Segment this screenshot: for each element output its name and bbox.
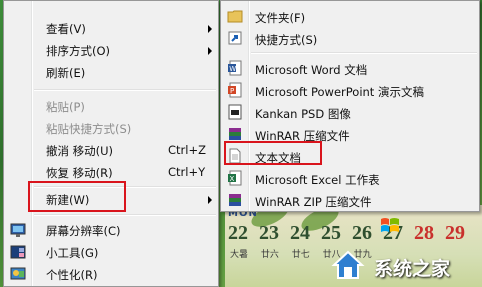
psd-icon [228,104,242,120]
menu-item-paste-shortcut[interactable]: 粘贴快捷方式(S) [4,117,218,139]
new-submenu: 文件夹(F) 快捷方式(S) W Microsoft Word 文档 P Mic… [220,0,480,212]
menu-item-refresh[interactable]: 刷新(E) [4,61,218,83]
menu-item-screen-resolution[interactable]: 屏幕分辨率(C) [4,219,218,241]
shortcut-icon [228,31,242,45]
shortcut-redo: Ctrl+Y [168,165,206,179]
menu-item-redo-move[interactable]: 恢复 移动(R) Ctrl+Y [4,161,218,183]
highlight-box-text-document [224,141,322,165]
menu-item-gadgets[interactable]: 小工具(G) [4,241,218,263]
menu-item-sort-by[interactable]: 排序方式(O) [4,39,218,61]
powerpoint-icon: P [228,82,242,98]
windows-logo-icon [381,218,399,232]
submenu-item-shortcut[interactable]: 快捷方式(S) [221,27,479,49]
shortcut-undo: Ctrl+Z [168,143,206,157]
house-logo-icon [331,250,365,279]
menu-item-paste[interactable]: 粘贴(P) [4,95,218,117]
menu-separator [34,214,216,216]
submenu-arrow-icon [208,47,212,55]
submenu-arrow-icon [208,25,212,33]
excel-icon: X [228,170,242,186]
submenu-separator [251,52,477,54]
svg-text:W: W [229,65,236,73]
submenu-item-psd[interactable]: Kankan PSD 图像 [221,101,479,123]
highlight-box-new [28,181,126,212]
winrar-icon [229,128,241,140]
submenu-item-winrar-zip[interactable]: WinRAR ZIP 压缩文件 [221,189,479,211]
desktop-context-menu: 查看(V) 排序方式(O) 刷新(E) 粘贴(P) 粘贴快捷方式(S) 撤消 移… [3,0,219,287]
watermark: 系统之家 [330,247,480,283]
watermark-text: 系统之家 [374,258,451,280]
svg-text:P: P [230,87,234,95]
submenu-item-folder[interactable]: 文件夹(F) [221,5,479,27]
menu-item-personalize[interactable]: 个性化(R) [4,263,218,285]
gadgets-icon [10,245,26,259]
svg-text:X: X [230,175,235,183]
calendar-days: 22 23 24 25 26 27 28 29 [228,222,465,244]
personalize-icon [10,267,26,280]
submenu-item-excel[interactable]: X Microsoft Excel 工作表 [221,167,479,189]
winrar-zip-icon [229,194,241,206]
menu-separator [34,89,216,91]
monitor-icon [10,223,26,237]
menu-item-view[interactable]: 查看(V) [4,17,218,39]
word-doc-icon: W [228,60,242,76]
submenu-item-word[interactable]: W Microsoft Word 文档 [221,57,479,79]
menu-item-undo-move[interactable]: 撤消 移动(U) Ctrl+Z [4,139,218,161]
folder-icon [227,10,243,23]
submenu-item-powerpoint[interactable]: P Microsoft PowerPoint 演示文稿 [221,79,479,101]
submenu-arrow-icon [208,196,212,204]
